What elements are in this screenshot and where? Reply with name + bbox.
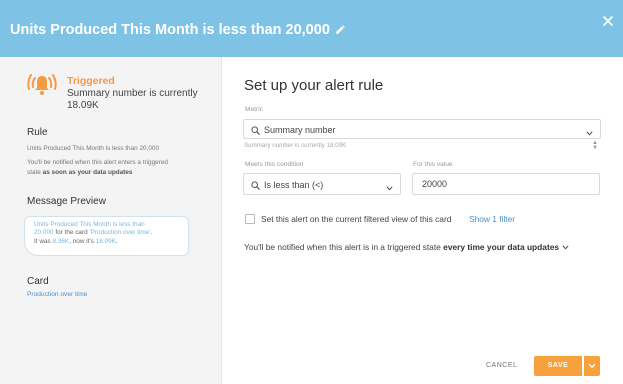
status-description: Summary number is currently [67, 88, 198, 99]
status-current-value: 18.09K [67, 100, 99, 111]
preview-line1: Units Produced This Month is less than [34, 221, 145, 228]
preview-line2: 20,000 for the card 'Production over tim… [34, 229, 153, 237]
condition-select-value: Is less than (<) [264, 180, 324, 190]
alert-summary-sidebar: Triggered Summary number is currently 18… [0, 57, 222, 384]
metric-label: Metric [245, 106, 263, 113]
threshold-label: For this value [413, 161, 453, 168]
rule-description: Units Produced This Month is less than 2… [27, 145, 160, 152]
threshold-input[interactable] [412, 173, 600, 195]
card-link[interactable]: Production over time [27, 291, 87, 298]
alert-title[interactable]: Units Produced This Month is less than 2… [10, 22, 345, 39]
preview-line3: It was 8.36K, now it's 18.09K. [34, 237, 118, 245]
page-title: Set up your alert rule [244, 77, 384, 94]
rule-heading: Rule [27, 127, 48, 138]
close-icon[interactable] [601, 14, 615, 28]
search-icon [251, 126, 260, 137]
card-heading: Card [27, 276, 49, 287]
save-options-button[interactable] [584, 356, 600, 376]
cancel-button[interactable]: CANCEL [486, 362, 517, 369]
condition-label: Meets this condition [245, 161, 304, 168]
show-filter-link[interactable]: Show 1 filter [469, 214, 515, 224]
rule-notify-line2: state as soon as your data updates [27, 169, 133, 176]
notify-frequency-text: You'll be notified when this alert is in… [244, 242, 569, 252]
filtered-view-checkbox[interactable] [245, 214, 255, 224]
pencil-icon[interactable] [335, 23, 345, 39]
dialog-header: Units Produced This Month is less than 2… [0, 0, 623, 57]
save-button[interactable]: SAVE [534, 356, 582, 376]
search-icon [251, 181, 260, 192]
notify-frequency-dropdown[interactable]: every time your data updates [443, 242, 559, 252]
chevron-down-icon [586, 128, 593, 138]
metric-stepper-icon[interactable]: ▲ ▼ [592, 140, 598, 151]
status-label: Triggered [67, 75, 115, 87]
rule-notify-line1: You'll be notified when this alert enter… [27, 159, 168, 166]
condition-select[interactable]: Is less than (<) [243, 173, 401, 195]
message-preview-bubble: Units Produced This Month is less than 2… [24, 216, 189, 256]
metric-select-value: Summary number [264, 125, 336, 135]
metric-hint: Summary number is currently 18.09K [244, 142, 347, 149]
message-preview-heading: Message Preview [27, 196, 106, 207]
metric-select[interactable]: Summary number [243, 119, 601, 139]
chevron-down-icon[interactable] [562, 242, 569, 252]
filtered-view-label: Set this alert on the current filtered v… [261, 214, 452, 224]
chevron-down-icon [588, 363, 596, 369]
alarm-bell-icon [26, 71, 58, 102]
chevron-down-icon [386, 183, 393, 193]
alert-title-text: Units Produced This Month is less than 2… [10, 22, 330, 38]
